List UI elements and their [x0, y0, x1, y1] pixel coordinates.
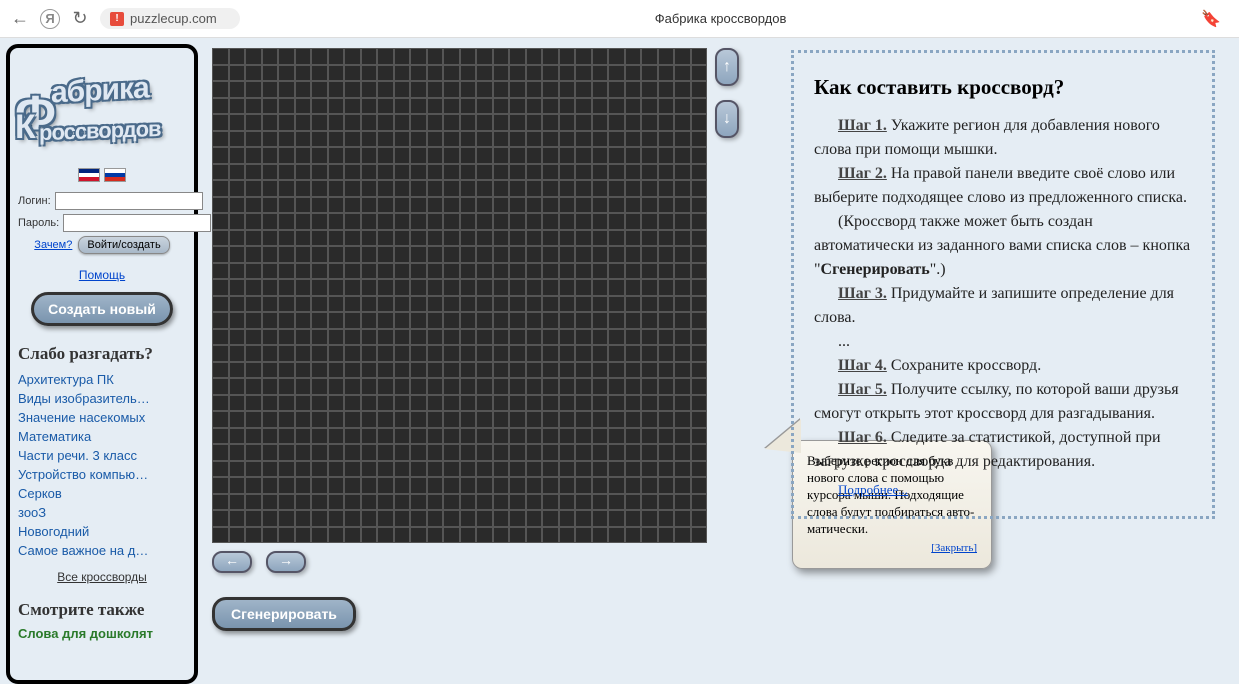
- list-item[interactable]: Виды изобразитель…: [18, 389, 186, 408]
- list-item[interactable]: Части речи. 3 класс: [18, 446, 186, 465]
- scroll-down-button[interactable]: ↓: [715, 100, 739, 138]
- sidebar: Ф абрика К россвордов Логин: Пароль: Зач…: [6, 44, 198, 684]
- browser-toolbar: ← Я ↻ ! puzzlecup.com Фабрика кроссвордо…: [0, 0, 1239, 38]
- see-also-link[interactable]: Слова для дошколят: [18, 626, 153, 641]
- list-item[interactable]: Архитектура ПК: [18, 370, 186, 389]
- scroll-left-button[interactable]: ←: [212, 551, 252, 573]
- browser-menu-icon[interactable]: Я: [40, 9, 60, 29]
- reload-icon[interactable]: ↻: [68, 7, 92, 31]
- url-bar[interactable]: ! puzzlecup.com: [100, 8, 240, 29]
- url-text: puzzlecup.com: [130, 11, 217, 26]
- instructions-panel: Как составить кроссворд? Шаг 1. Укажите …: [791, 50, 1215, 519]
- language-flags: [78, 168, 126, 182]
- scroll-right-button[interactable]: →: [266, 551, 306, 573]
- create-new-button[interactable]: Создать новый: [31, 292, 173, 326]
- more-link[interactable]: Подробнее...: [814, 482, 1192, 498]
- tab-title: Фабрика кроссвордов: [248, 11, 1193, 26]
- list-item[interactable]: Значение насекомых: [18, 408, 186, 427]
- flag-ru-icon[interactable]: [104, 168, 126, 182]
- generate-button[interactable]: Сгенерировать: [212, 597, 356, 631]
- list-item[interactable]: Серков: [18, 484, 186, 503]
- step5-label: Шаг 5.: [838, 381, 887, 398]
- list-item[interactable]: Устройство компью…: [18, 465, 186, 484]
- instructions-title: Как составить кроссворд?: [814, 75, 1192, 100]
- logo: Ф абрика К россвордов: [17, 56, 187, 164]
- login-button[interactable]: Войти/создать: [78, 236, 169, 254]
- all-crosswords-link[interactable]: Все кроссворды: [57, 570, 147, 584]
- crossword-grid[interactable]: [212, 48, 707, 543]
- flag-en-icon[interactable]: [78, 168, 100, 182]
- main-area: ↑ ↓ ← → Сгенерировать Выберите регион дл…: [198, 38, 1239, 684]
- step4-label: Шаг 4.: [838, 357, 887, 374]
- scroll-up-button[interactable]: ↑: [715, 48, 739, 86]
- help-link[interactable]: Помощь: [79, 268, 125, 282]
- insecure-icon: !: [110, 12, 124, 26]
- step3-label: Шаг 3.: [838, 285, 887, 302]
- password-input[interactable]: [63, 214, 211, 232]
- login-label: Логин:: [18, 195, 51, 207]
- step1-label: Шаг 1.: [838, 117, 887, 134]
- list-item[interactable]: Математика: [18, 427, 186, 446]
- list-item[interactable]: Новогодний: [18, 522, 186, 541]
- list-item[interactable]: Самое важное на д…: [18, 541, 186, 560]
- solve-heading: Слабо разгадать?: [18, 344, 153, 364]
- tooltip-close[interactable]: [Закрыть]: [807, 541, 977, 555]
- see-also-heading: Смотрите также: [18, 600, 144, 620]
- why-link[interactable]: Зачем?: [34, 239, 72, 251]
- step2-label: Шаг 2.: [838, 165, 887, 182]
- crossword-list: Архитектура ПК Виды изобразитель… Значен…: [18, 370, 186, 560]
- back-icon[interactable]: ←: [8, 7, 32, 31]
- password-label: Пароль:: [18, 217, 59, 229]
- list-item[interactable]: зооЗ: [18, 503, 186, 522]
- login-input[interactable]: [55, 192, 203, 210]
- step6-label: Шаг 6.: [838, 429, 887, 446]
- bookmark-icon[interactable]: 🔖: [1201, 9, 1221, 29]
